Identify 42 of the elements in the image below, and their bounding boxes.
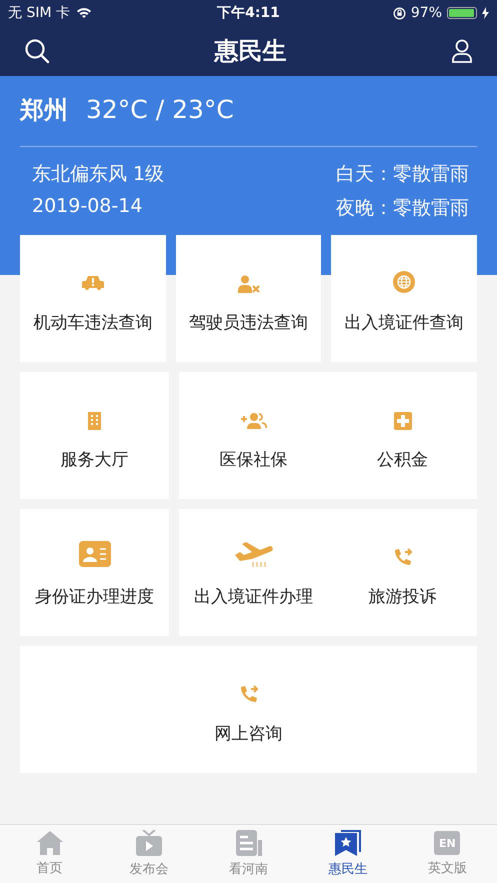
wifi-icon [76, 7, 92, 19]
car-warning-icon [82, 275, 104, 293]
date-text: 2019-08-14 [32, 195, 144, 217]
service-item[interactable]: 旅游投诉 [328, 509, 477, 636]
service-item[interactable]: 出入境证件办理 [179, 509, 328, 636]
building-icon [86, 410, 103, 430]
star-bookmark-icon [334, 830, 361, 856]
phone-forward-icon [238, 684, 258, 704]
medical-cross-icon [394, 412, 412, 430]
service-item[interactable]: 医保社保 [179, 372, 328, 499]
language-icon: EN [434, 831, 460, 855]
rotation-lock-icon [392, 6, 406, 20]
user-icon[interactable] [451, 39, 473, 63]
airplane-icon [234, 541, 274, 567]
night-forecast: 夜晚：零散雷雨 [336, 196, 469, 221]
globe-icon [393, 271, 416, 293]
battery-icon [447, 7, 478, 19]
charging-icon [482, 7, 490, 19]
newspaper-icon [236, 830, 262, 856]
service-item[interactable]: 网上咨询 [20, 646, 477, 773]
service-item[interactable]: 服务大厅 [20, 372, 169, 499]
carrier-text: 无 SIM 卡 [8, 4, 70, 22]
page-title: 惠民生 [214, 35, 286, 67]
tab-item[interactable]: 惠民生 [298, 825, 398, 883]
id-card-icon [78, 541, 110, 567]
service-item[interactable]: 机动车违法查询 [20, 235, 166, 362]
city-name: 郑州 [20, 95, 68, 126]
home-icon [36, 831, 63, 855]
service-item[interactable]: 驾驶员违法查询 [176, 235, 322, 362]
wind-text: 东北偏东风 1级 [32, 162, 164, 187]
service-item[interactable]: 出入境证件查询 [331, 235, 478, 362]
battery-percent: 97% [410, 5, 442, 21]
service-item[interactable]: 公积金 [328, 372, 477, 499]
phone-forward-icon [392, 547, 412, 567]
service-item[interactable]: 身份证办理进度 [20, 509, 169, 636]
search-icon[interactable] [24, 38, 50, 64]
day-forecast: 白天：零散雷雨 [336, 162, 469, 187]
person-cross-icon [238, 275, 260, 293]
add-people-icon [240, 412, 266, 430]
temperature-text: 32°C / 23°C [86, 95, 234, 124]
tv-icon [136, 830, 162, 856]
clock-text: 下午4:11 [217, 4, 280, 22]
